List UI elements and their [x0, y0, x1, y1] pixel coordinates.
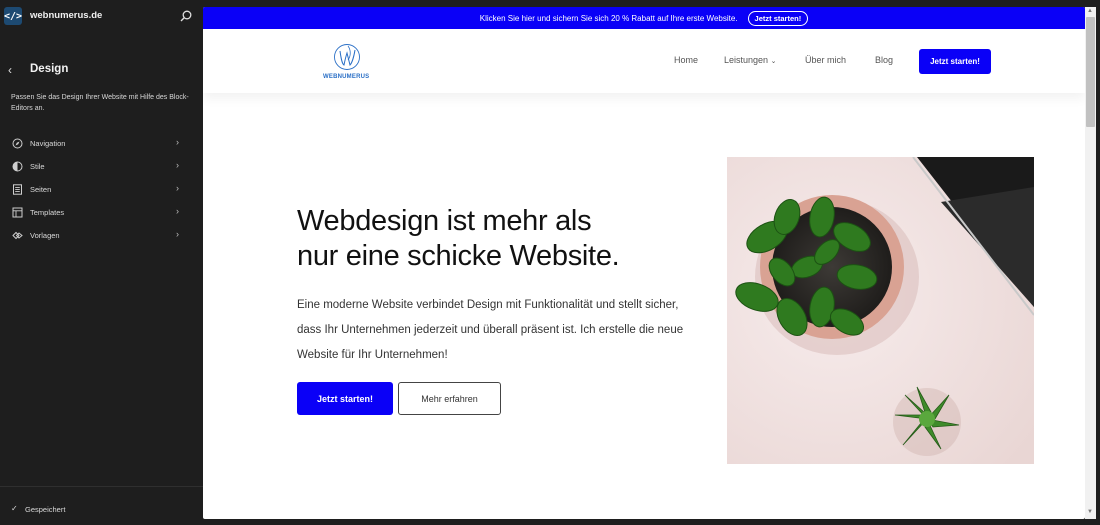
- logo-icon[interactable]: [332, 42, 362, 72]
- promo-banner[interactable]: Klicken Sie hier und sichern Sie sich 20…: [203, 7, 1085, 29]
- search-icon[interactable]: [179, 9, 193, 23]
- nav-link-blog[interactable]: Blog: [875, 55, 893, 65]
- nav-link-home[interactable]: Home: [674, 55, 698, 65]
- sidebar-item-styles[interactable]: Stile ›: [0, 155, 203, 178]
- site-header: </> webnumerus.de: [0, 0, 203, 32]
- site-preview[interactable]: Klicken Sie hier und sichern Sie sich 20…: [203, 7, 1085, 519]
- save-status: ✓ Gespeichert: [0, 486, 203, 525]
- scrollbar-thumb[interactable]: [1086, 17, 1095, 127]
- hero-title: Webdesign ist mehr als nur eine schicke …: [297, 204, 677, 274]
- sidebar-item-patterns[interactable]: Vorlagen ›: [0, 224, 203, 247]
- hero-title-line-1: Webdesign ist mehr als: [297, 205, 592, 237]
- sidebar-item-label: Templates: [30, 208, 65, 217]
- sidebar-item-navigation[interactable]: Navigation ›: [0, 132, 203, 155]
- logo-text[interactable]: WEBNUMERUS: [323, 74, 369, 80]
- nav-link-label: Leistungen: [724, 55, 769, 65]
- promo-text: Klicken Sie hier und sichern Sie sich 20…: [479, 13, 738, 23]
- chevron-down-icon: ⌄: [770, 58, 777, 65]
- nav-link-leistungen[interactable]: Leistungen ⌄: [724, 55, 776, 65]
- pages-icon: [13, 184, 22, 195]
- back-arrow-icon[interactable]: ‹: [8, 63, 12, 77]
- hero-plant-image: [727, 157, 1034, 464]
- header-cta-button[interactable]: Jetzt starten!: [919, 49, 991, 74]
- sidebar-item-label: Stile: [30, 162, 45, 171]
- hero-secondary-button[interactable]: Mehr erfahren: [398, 382, 501, 415]
- chevron-right-icon: ›: [176, 160, 179, 170]
- templates-icon: [12, 207, 23, 218]
- check-icon: ✓: [11, 504, 18, 513]
- site-header-bar: WEBNUMERUS Home Leistungen ⌄ Über mich B…: [203, 29, 1085, 93]
- section-description: Passen Sie das Design Ihrer Website mit …: [11, 94, 189, 112]
- sidebar-item-label: Seiten: [30, 185, 52, 194]
- chevron-right-icon: ›: [176, 206, 179, 216]
- hero-description: Eine moderne Website verbindet Design mi…: [297, 299, 684, 361]
- site-name[interactable]: webnumerus.de: [30, 10, 102, 21]
- section-header: ‹ Design: [0, 60, 203, 80]
- scroll-up-icon[interactable]: ▲: [1087, 8, 1093, 14]
- save-status-label: Gespeichert: [25, 505, 66, 514]
- design-menu: Navigation › Stile › Seiten › Templates …: [0, 132, 203, 247]
- hero-title-line-2: nur eine schicke Website.: [297, 240, 620, 272]
- sidebar-item-label: Navigation: [30, 139, 66, 148]
- nav-link-ueber-mich[interactable]: Über mich: [805, 55, 846, 65]
- site-icon[interactable]: </>: [4, 7, 22, 25]
- sidebar-item-label: Vorlagen: [30, 231, 60, 240]
- styles-icon: [12, 161, 23, 172]
- scroll-down-icon[interactable]: ▼: [1087, 509, 1093, 515]
- hero-primary-button[interactable]: Jetzt starten!: [297, 382, 393, 415]
- sidebar-item-templates[interactable]: Templates ›: [0, 201, 203, 224]
- editor-sidebar: </> webnumerus.de ‹ Design Passen Sie da…: [0, 0, 203, 525]
- chevron-right-icon: ›: [176, 183, 179, 193]
- chevron-right-icon: ›: [176, 137, 179, 147]
- patterns-icon: [12, 231, 23, 240]
- chevron-right-icon: ›: [176, 229, 179, 239]
- navigation-icon: [12, 138, 23, 149]
- promo-button[interactable]: Jetzt starten!: [747, 10, 809, 26]
- sidebar-item-pages[interactable]: Seiten ›: [0, 178, 203, 201]
- section-title: Design: [30, 63, 69, 75]
- preview-scrollbar[interactable]: ▲ ▼: [1085, 7, 1096, 519]
